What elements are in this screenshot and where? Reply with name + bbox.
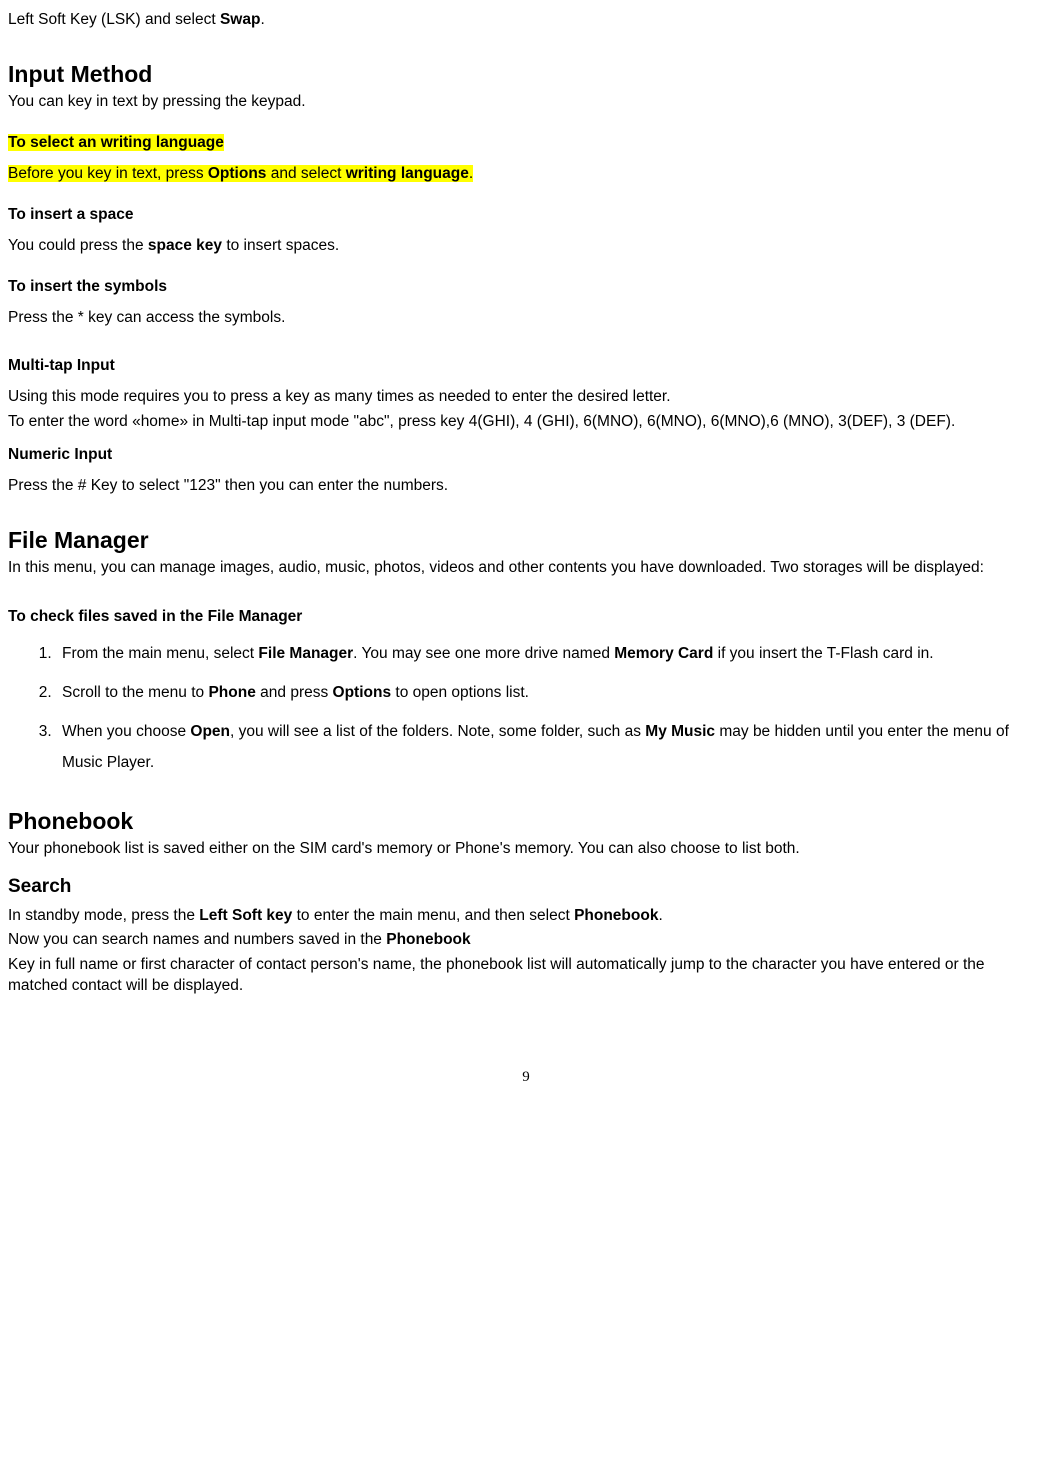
file-manager-desc: In this menu, you can manage images, aud…	[8, 558, 1044, 579]
bold-file-manager: File Manager	[258, 645, 353, 662]
subhead-insert-space: To insert a space	[8, 205, 1044, 226]
text: From the main menu, select	[62, 645, 258, 662]
text: Before you key in text, press	[8, 165, 208, 182]
text: Scroll to the menu to	[62, 684, 208, 701]
heading-input-method: Input Method	[8, 59, 1044, 90]
subhead-multi-tap: Multi-tap Input	[8, 356, 1044, 377]
text: You could press the	[8, 237, 148, 254]
heading-search: Search	[8, 874, 1044, 900]
bold-swap: Swap	[220, 11, 260, 28]
bold-space-key: space key	[148, 237, 222, 254]
bold-memory-card: Memory Card	[614, 645, 713, 662]
text: to open options list.	[391, 684, 529, 701]
insert-symbols-body: Press the * key can access the symbols.	[8, 308, 1044, 329]
intro-line: Left Soft Key (LSK) and select Swap.	[8, 10, 1044, 31]
list-item: When you choose Open, you will see a lis…	[56, 716, 1044, 778]
text: to enter the main menu, and then select	[292, 907, 574, 924]
multi-tap-body-2: To enter the word «home» in Multi-tap in…	[8, 412, 1044, 433]
subhead-insert-symbols: To insert the symbols	[8, 277, 1044, 298]
bold-left-soft-key: Left Soft key	[199, 907, 292, 924]
highlight: Before you key in text, press Options an…	[8, 165, 473, 182]
phonebook-desc: Your phonebook list is saved either on t…	[8, 839, 1044, 860]
search-line-1: In standby mode, press the Left Soft key…	[8, 906, 1044, 927]
bold-phonebook: Phonebook	[574, 907, 658, 924]
text: , you will see a list of the folders. No…	[230, 723, 645, 740]
text: .	[260, 11, 264, 28]
text: In standby mode, press the	[8, 907, 199, 924]
text: Now you can search names and numbers sav…	[8, 931, 386, 948]
bold-open: Open	[190, 723, 230, 740]
bold-options: Options	[208, 165, 267, 182]
list-item: From the main menu, select File Manager.…	[56, 638, 1044, 669]
text: . You may see one more drive named	[353, 645, 614, 662]
input-method-desc: You can key in text by pressing the keyp…	[8, 92, 1044, 113]
text: and press	[256, 684, 333, 701]
heading-file-manager: File Manager	[8, 525, 1044, 556]
multi-tap-body-1: Using this mode requires you to press a …	[8, 387, 1044, 408]
bold-options: Options	[333, 684, 392, 701]
text: if you insert the T-Flash card in.	[713, 645, 933, 662]
search-line-3: Key in full name or first character of c…	[8, 955, 1044, 997]
list-item: Scroll to the menu to Phone and press Op…	[56, 677, 1044, 708]
heading-phonebook: Phonebook	[8, 806, 1044, 837]
text: to insert spaces.	[222, 237, 339, 254]
page-number: 9	[8, 1067, 1044, 1087]
highlight: To select an writing language	[8, 134, 224, 151]
text: Left Soft Key (LSK) and select	[8, 11, 220, 28]
writing-language-body: Before you key in text, press Options an…	[8, 164, 1044, 185]
bold-phone: Phone	[208, 684, 255, 701]
numeric-input-body: Press the # Key to select "123" then you…	[8, 476, 1044, 497]
text: .	[469, 165, 473, 182]
subhead-check-files: To check files saved in the File Manager	[8, 607, 1044, 628]
bold-phonebook: Phonebook	[386, 931, 470, 948]
insert-space-body: You could press the space key to insert …	[8, 236, 1044, 257]
text: and select	[266, 165, 345, 182]
bold-my-music: My Music	[645, 723, 715, 740]
text: .	[658, 907, 662, 924]
subhead-writing-language: To select an writing language	[8, 133, 1044, 154]
file-manager-steps: From the main menu, select File Manager.…	[8, 638, 1044, 778]
text: When you choose	[62, 723, 190, 740]
bold-writing-language: writing language	[346, 165, 469, 182]
subhead-numeric-input: Numeric Input	[8, 445, 1044, 466]
search-line-2: Now you can search names and numbers sav…	[8, 930, 1044, 951]
